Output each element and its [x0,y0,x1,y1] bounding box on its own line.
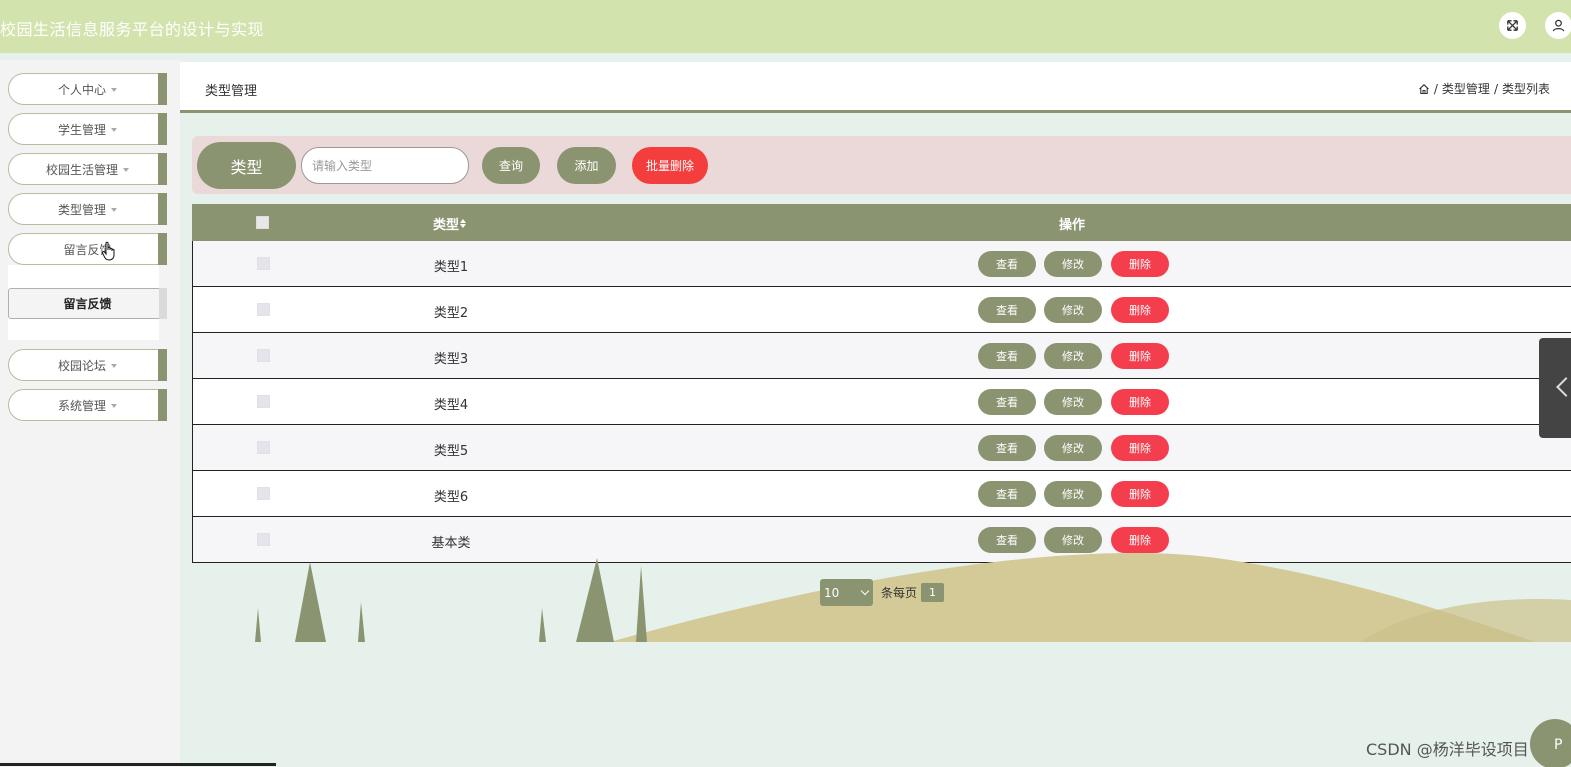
search-input[interactable] [301,147,469,184]
caret-down-icon [123,167,129,172]
per-page-label: 条每页 [881,586,918,600]
sort-icon[interactable] [460,219,467,228]
caret-down-icon [111,87,117,92]
table-row: 类型2 查看 修改 删除 [192,287,1571,333]
type-cell: 类型1 [433,260,469,275]
breadcrumb: / 类型管理 / 类型列表 [1418,80,1550,97]
sidebar-item-system-management[interactable]: 系统管理 [8,389,167,421]
edit-button[interactable]: 修改 [1044,389,1102,415]
pagination: 10 条每页 1 [820,579,945,606]
sidebar-item-type-management[interactable]: 类型管理 [8,193,167,225]
add-button[interactable]: 添加 [557,147,616,184]
row-checkbox[interactable] [257,303,270,316]
fullscreen-button[interactable] [1499,12,1526,39]
user-icon [1552,19,1565,32]
app-title: 校园生活信息服务平台的设计与实现 [0,20,265,39]
caret-down-icon [111,403,117,408]
home-icon[interactable] [1418,83,1430,95]
page-size-select[interactable]: 10 [820,579,873,606]
corner-badge-text: P [1554,737,1563,753]
corner-badge[interactable]: P [1530,719,1571,767]
delete-button[interactable]: 删除 [1111,297,1169,323]
hand-cursor-icon [101,241,115,261]
type-cell: 类型5 [433,444,469,459]
table-header: 类型 操作 [192,204,1571,241]
delete-button[interactable]: 删除 [1111,389,1169,415]
search-label: 类型 [197,142,296,189]
sidebar-item-label: 校园生活管理 [45,162,118,177]
edit-button[interactable]: 修改 [1044,481,1102,507]
column-header-type[interactable]: 类型 [433,214,467,233]
fullscreen-icon [1507,20,1518,31]
edit-button[interactable]: 修改 [1044,435,1102,461]
breadcrumb-item: 类型列表 [1501,82,1550,96]
sidebar-item-label: 校园论坛 [57,358,106,373]
top-header: 校园生活信息服务平台的设计与实现 [0,0,1571,53]
breadcrumb-separator: / [1493,81,1498,96]
user-button[interactable] [1545,12,1571,39]
sidebar-item-label: 个人中心 [57,82,106,97]
sidebar-item-label: 类型管理 [57,202,106,217]
row-checkbox[interactable] [257,487,270,500]
sidebar-item-personal-center[interactable]: 个人中心 [8,73,167,105]
submenu-item-label: 留言反馈 [63,297,112,311]
type-cell: 类型3 [433,352,469,367]
sidebar-item-label: 系统管理 [57,398,106,413]
table-row: 类型3 查看 修改 删除 [192,333,1571,379]
page-header: 类型管理 / 类型管理 / 类型列表 [180,62,1571,113]
view-button[interactable]: 查看 [978,251,1036,277]
delete-button[interactable]: 删除 [1111,435,1169,461]
sidebar-item-feedback[interactable]: 留言反馈 [8,233,167,265]
table-row: 类型5 查看 修改 删除 [192,425,1571,471]
page-size-value: 10 [824,585,840,600]
submenu-item-feedback[interactable]: 留言反馈 [8,288,167,319]
edit-button[interactable]: 修改 [1044,251,1102,277]
watermark: CSDN @杨洋毕设项目 [1366,740,1529,759]
row-checkbox[interactable] [257,349,270,362]
page-title: 类型管理 [205,84,258,99]
view-button[interactable]: 查看 [978,481,1036,507]
caret-down-icon [111,127,117,132]
sidebar-item-label: 学生管理 [57,122,106,137]
side-panel-toggle[interactable] [1539,338,1571,438]
row-checkbox[interactable] [257,257,270,270]
table-row: 类型6 查看 修改 删除 [192,471,1571,517]
view-button[interactable]: 查看 [978,343,1036,369]
table-row: 类型1 查看 修改 删除 [192,241,1571,287]
sidebar-item-campus-life-management[interactable]: 校园生活管理 [8,153,167,185]
edit-button[interactable]: 修改 [1044,297,1102,323]
delete-button[interactable]: 删除 [1111,343,1169,369]
column-header-actions: 操作 [1059,218,1086,233]
table-row: 类型4 查看 修改 删除 [192,379,1571,425]
delete-button[interactable]: 删除 [1111,481,1169,507]
caret-down-icon [111,363,117,368]
caret-down-icon [111,207,117,212]
breadcrumb-item[interactable]: 类型管理 [1442,80,1490,97]
view-button[interactable]: 查看 [978,435,1036,461]
view-button[interactable]: 查看 [978,389,1036,415]
batch-delete-button[interactable]: 批量删除 [632,147,708,184]
select-all-checkbox[interactable] [256,216,269,229]
edit-button[interactable]: 修改 [1044,343,1102,369]
bottom-scroll-indicator [0,763,276,766]
type-cell: 类型4 [433,398,469,413]
chevron-left-icon [1556,377,1571,397]
chevron-down-icon [860,586,870,596]
column-header-label: 类型 [433,218,460,233]
query-button[interactable]: 查询 [482,147,540,184]
breadcrumb-separator: / [1433,81,1438,96]
sidebar-item-student-management[interactable]: 学生管理 [8,113,167,145]
delete-button[interactable]: 删除 [1111,251,1169,277]
page-number-button[interactable]: 1 [921,583,945,602]
row-checkbox[interactable] [257,395,270,408]
view-button[interactable]: 查看 [978,297,1036,323]
type-cell: 类型6 [433,490,469,505]
sidebar-item-campus-forum[interactable]: 校园论坛 [8,349,167,381]
type-table: 类型 操作 类型1 查看 修改 删除 类型2 查看 修改 删除 类型3 查看 修… [192,204,1571,563]
row-checkbox[interactable] [257,441,270,454]
type-cell: 类型2 [433,306,469,321]
